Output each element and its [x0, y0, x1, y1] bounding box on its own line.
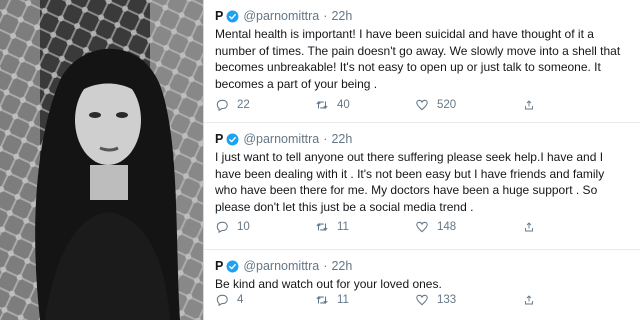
retweet-count: 11 [337, 221, 349, 233]
reply-button[interactable]: 10 [215, 220, 315, 234]
tweet-actions: 4 11 133 [215, 293, 543, 307]
reply-icon [216, 99, 228, 112]
timestamp[interactable]: 22h [331, 9, 352, 23]
user-handle[interactable]: @parnomittra [243, 9, 319, 23]
timestamp[interactable]: 22h [331, 132, 352, 146]
verified-badge-icon [226, 10, 239, 22]
retweet-icon [316, 100, 328, 110]
tweet-actions: 10 11 148 [215, 220, 543, 234]
retweet-button[interactable]: 40 [315, 98, 415, 112]
display-name[interactable]: P [215, 259, 223, 273]
tweet-text-line: I just want to tell anyone out there suf… [215, 150, 604, 164]
tweet-text-line: number of times. The pain doesn't go awa… [215, 43, 621, 58]
user-handle[interactable]: @parnomittra [243, 259, 319, 273]
tweet-feed: P @parnomittra · 22h Mental health is im… [203, 0, 640, 320]
profile-photo [0, 0, 203, 320]
share-button[interactable] [523, 98, 543, 112]
heart-icon [416, 221, 428, 233]
tweet-text: I just want to tell anyone out there suf… [215, 149, 635, 215]
share-icon [525, 295, 533, 305]
like-button[interactable]: 133 [415, 293, 523, 307]
display-name[interactable]: P [215, 9, 223, 23]
user-handle[interactable]: @parnomittra [243, 132, 319, 146]
retweet-count: 11 [337, 294, 349, 306]
tweet-text-line: becomes unbreakable! It's not easy to op… [215, 60, 601, 74]
tweet-header: P @parnomittra · 22h [215, 130, 352, 148]
reply-button[interactable]: 22 [215, 98, 315, 112]
timestamp[interactable]: 22h [331, 259, 352, 273]
retweet-icon [316, 295, 328, 305]
heart-icon [416, 99, 428, 111]
like-count: 133 [437, 294, 457, 306]
separator-dot: · [323, 9, 328, 23]
reply-icon [216, 221, 228, 234]
retweet-count: 40 [337, 99, 350, 111]
share-icon [525, 222, 533, 232]
tweet-text-line: please don't let this just be a social m… [215, 199, 474, 214]
tweet-text-line: Mental health is important! I have been … [215, 27, 594, 41]
tweet-header: P @parnomittra · 22h [215, 257, 352, 275]
retweet-button[interactable]: 11 [315, 220, 415, 234]
tweet: P @parnomittra · 22h Be kind and watch o… [204, 250, 640, 320]
reply-icon [216, 294, 228, 307]
tweet-text: Be kind and watch out for your loved one… [215, 276, 635, 293]
share-button[interactable] [523, 293, 543, 307]
reply-button[interactable]: 4 [215, 293, 315, 307]
tweet-text: Mental health is important! I have been … [215, 26, 635, 92]
retweet-icon [316, 222, 328, 232]
tweet: P @parnomittra · 22h I just want to tell… [204, 123, 640, 250]
separator-dot: · [323, 132, 328, 146]
like-count: 148 [437, 221, 457, 233]
separator-dot: · [323, 259, 328, 273]
tweet-text-line: have been dealing with it . It's not bee… [215, 166, 605, 181]
display-name[interactable]: P [215, 132, 223, 146]
reply-count: 4 [237, 294, 244, 306]
verified-badge-icon [226, 260, 239, 272]
verified-badge-icon [226, 133, 239, 145]
like-button[interactable]: 148 [415, 220, 523, 234]
reply-count: 10 [237, 221, 250, 233]
tweet-header: P @parnomittra · 22h [215, 7, 352, 25]
share-icon [525, 100, 533, 110]
retweet-button[interactable]: 11 [315, 293, 415, 307]
heart-icon [416, 294, 428, 306]
share-button[interactable] [523, 220, 543, 234]
tweet-text-line: becomes a part of your being . [215, 76, 378, 91]
tweet-text-line: Be kind and watch out for your loved one… [215, 277, 442, 291]
tweet: P @parnomittra · 22h Mental health is im… [204, 0, 640, 123]
like-button[interactable]: 520 [415, 98, 523, 112]
reply-count: 22 [237, 99, 250, 111]
tweet-actions: 22 40 520 [215, 98, 543, 112]
portrait-image [0, 0, 203, 320]
like-count: 520 [437, 99, 457, 111]
tweet-text-line: who have been there for me. My doctors h… [215, 183, 598, 197]
